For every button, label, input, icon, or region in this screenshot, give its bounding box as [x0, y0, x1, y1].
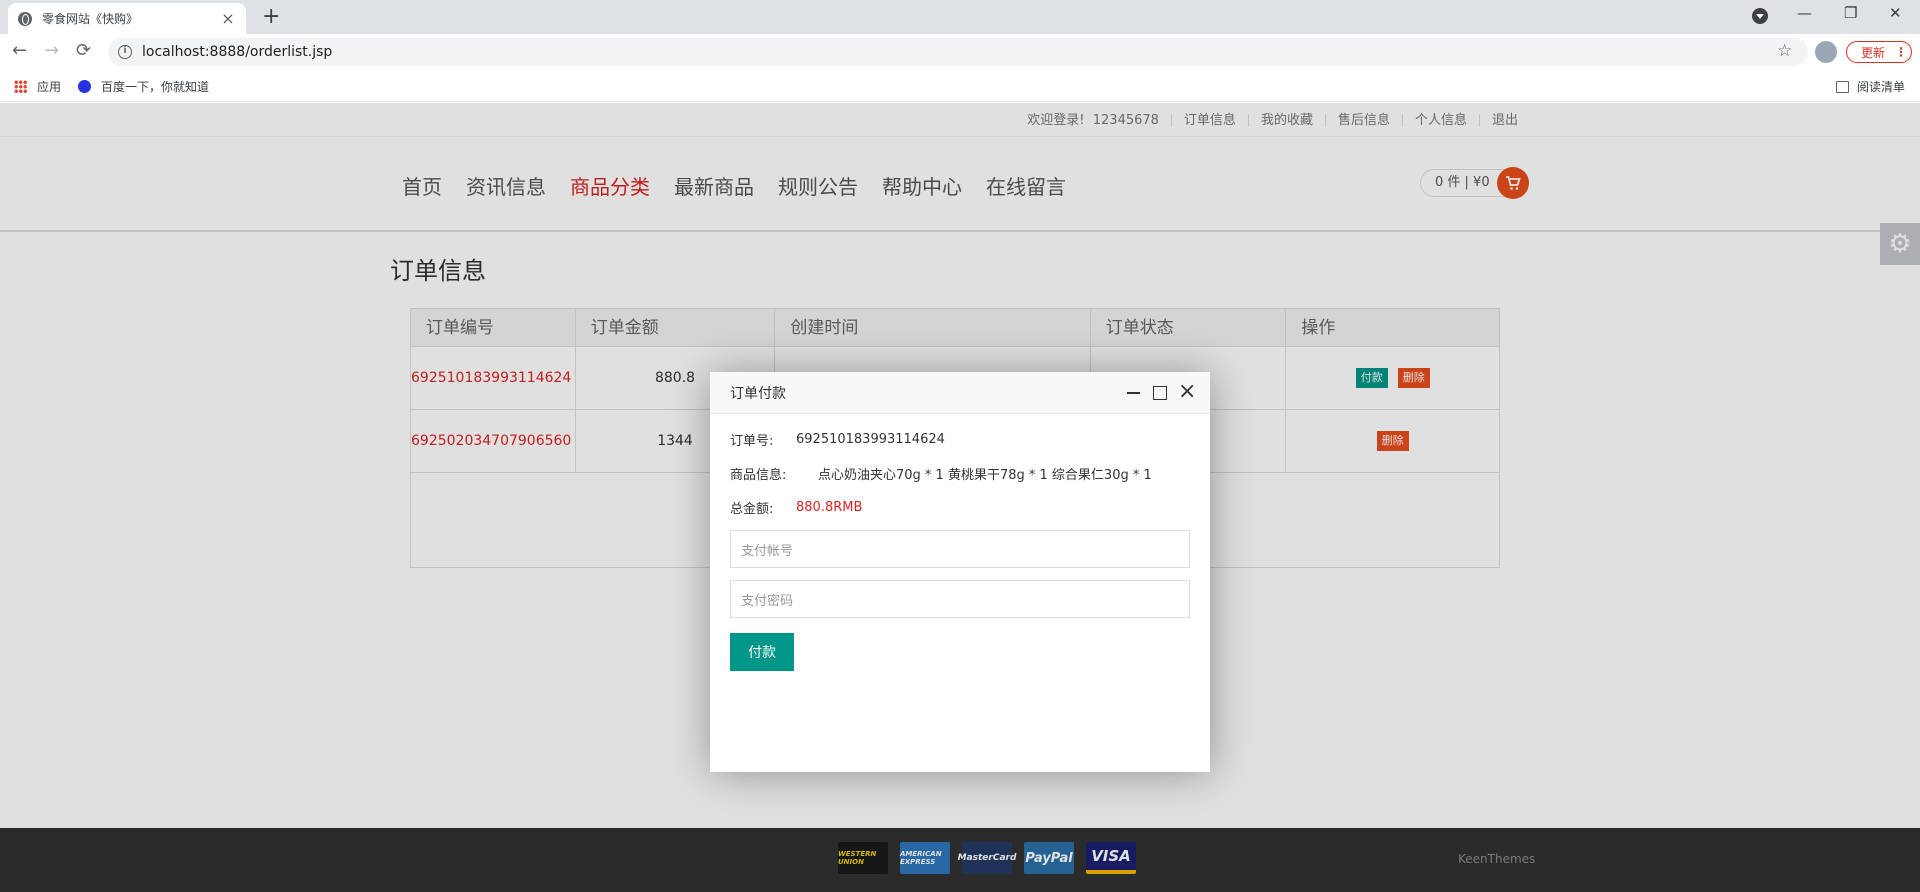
- goods-row: 商品信息: 点心奶油夹心70g * 1 黄桃果干78g * 1 综合果仁30g …: [730, 462, 1190, 484]
- reading-list-label: 阅读清单: [1857, 80, 1906, 94]
- info-icon[interactable]: i: [118, 45, 132, 59]
- new-tab-button[interactable]: +: [262, 6, 280, 28]
- pay-submit-button[interactable]: 付款: [730, 633, 794, 671]
- reading-list-icon: [1836, 80, 1849, 93]
- update-button[interactable]: 更新 ⋮: [1846, 41, 1912, 63]
- update-label: 更新: [1861, 45, 1886, 60]
- apps-grid-icon: [14, 80, 27, 93]
- bookmark-apps[interactable]: 应用: [14, 78, 61, 95]
- dialog-minimize-icon[interactable]: [1127, 392, 1140, 394]
- total-value: 880.8RMB: [796, 499, 863, 515]
- bookmarks-bar: 应用 百度一下，你就知道 阅读清单: [0, 70, 1920, 102]
- total-label: 总金额:: [730, 501, 774, 517]
- payment-dialog: 订单付款 × 订单号: 692510183993114624 商品信息: 点心奶…: [710, 372, 1210, 772]
- dialog-title: 订单付款: [730, 385, 786, 402]
- profile-avatar[interactable]: [1815, 41, 1837, 63]
- dialog-body: 订单号: 692510183993114624 商品信息: 点心奶油夹心70g …: [710, 428, 1210, 671]
- tab-search-icon[interactable]: [1752, 8, 1768, 24]
- forward-icon[interactable]: →: [44, 41, 59, 61]
- order-number-value: 692510183993114624: [796, 431, 945, 447]
- bookmark-label: 百度一下，你就知道: [101, 80, 210, 94]
- tab-title: 零食网站《快购》: [42, 12, 139, 26]
- goods-value: 点心奶油夹心70g * 1 黄桃果干78g * 1 综合果仁30g * 1: [818, 467, 1152, 483]
- pay-password-input[interactable]: 支付密码: [730, 580, 1190, 618]
- back-icon[interactable]: ←: [12, 41, 27, 61]
- bookmark-label: 应用: [37, 80, 62, 94]
- dialog-header: 订单付款 ×: [710, 372, 1210, 414]
- dialog-close-icon[interactable]: ×: [1178, 381, 1196, 403]
- total-row: 总金额: 880.8RMB: [730, 496, 1190, 518]
- dialog-maximize-icon[interactable]: [1153, 386, 1167, 400]
- order-number-label: 订单号:: [730, 433, 774, 449]
- window-close-button[interactable]: ✕: [1889, 4, 1902, 22]
- goods-label: 商品信息:: [730, 467, 787, 483]
- order-number-row: 订单号: 692510183993114624: [730, 428, 1190, 450]
- restore-button[interactable]: ❐: [1844, 4, 1857, 22]
- menu-dots-icon: ⋮: [1895, 45, 1908, 59]
- url-field[interactable]: i localhost:8888/orderlist.jsp: [108, 38, 1808, 66]
- baidu-paw-icon: [78, 80, 91, 93]
- tab-close-icon[interactable]: ×: [220, 10, 236, 27]
- pay-account-input[interactable]: 支付帐号: [730, 530, 1190, 568]
- address-bar-row: ← → ⟳ i localhost:8888/orderlist.jsp ☆ 更…: [0, 34, 1920, 70]
- bookmark-star-icon[interactable]: ☆: [1777, 41, 1792, 61]
- reload-icon[interactable]: ⟳: [76, 41, 91, 61]
- reading-list-button[interactable]: 阅读清单: [1836, 78, 1905, 95]
- globe-icon: [18, 11, 32, 26]
- browser-tab[interactable]: 零食网站《快购》 ×: [8, 3, 246, 34]
- url-text: localhost:8888/orderlist.jsp: [142, 44, 333, 60]
- bookmark-baidu[interactable]: 百度一下，你就知道: [78, 78, 209, 95]
- browser-tab-strip: 零食网站《快购》 × + — ❐ ✕: [0, 0, 1920, 34]
- minimize-button[interactable]: —: [1797, 4, 1812, 22]
